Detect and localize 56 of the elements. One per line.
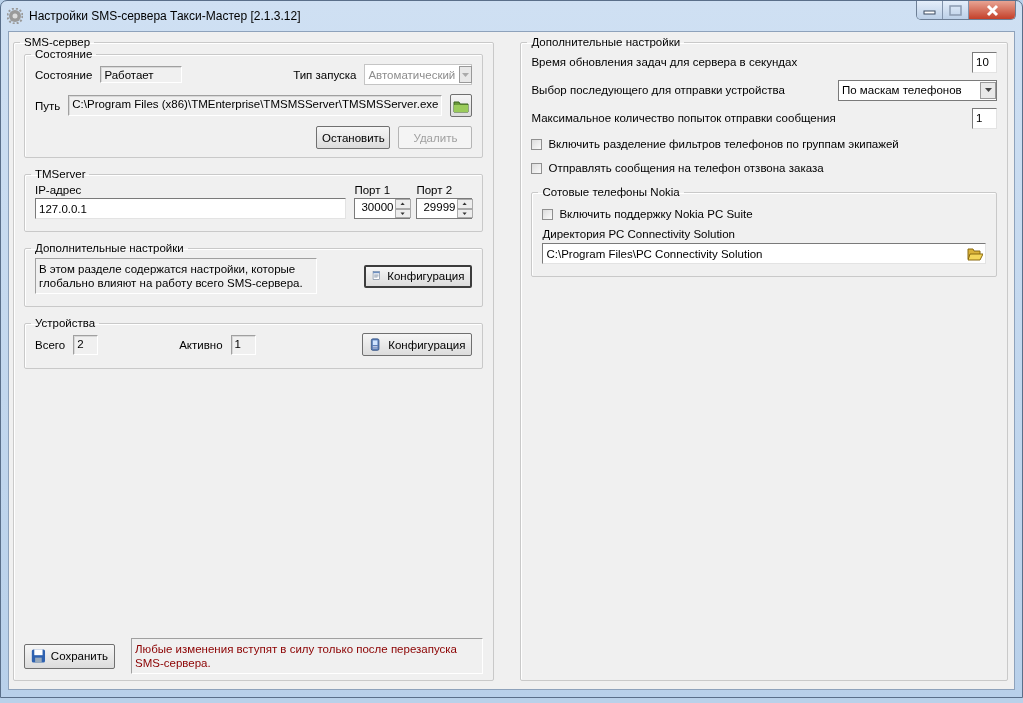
field-label: Порт 1 [354, 184, 392, 196]
gear-icon [7, 8, 23, 24]
ip-address-field[interactable]: 127.0.0.1 [35, 198, 347, 219]
field-label: Тип запуска [293, 68, 357, 81]
field-label: Активно [179, 338, 223, 351]
status-field: Работает [100, 66, 183, 83]
field-label: Выбор последующего для отправки устройства [531, 84, 786, 96]
count-field: 2 [73, 334, 99, 355]
number-field[interactable]: 1 [972, 107, 997, 129]
port-spinner[interactable]: 30000 [354, 198, 411, 219]
group-title: SMS-сервер [23, 36, 92, 48]
device-selection-dropdown[interactable]: По маскам телефонов [838, 79, 997, 101]
group-title: Дополнительные настройки [530, 36, 682, 48]
dropdown-arrow-icon [982, 85, 994, 95]
checkbox[interactable] [531, 138, 543, 150]
directory-field[interactable]: C:\Program Files\PC Connectivity Solution [542, 243, 986, 264]
minimize-button[interactable] [917, 1, 943, 19]
button[interactable]: Остановить [316, 126, 391, 149]
field-label: Состояние [35, 68, 93, 81]
count-field: 1 [230, 334, 256, 355]
spin-up-icon[interactable] [457, 199, 474, 209]
spin-down-icon[interactable] [395, 208, 412, 218]
button[interactable]: Конфигурация [364, 264, 473, 288]
field-label: Время обновления задач для сервера в секундах [531, 56, 799, 68]
close-icon [985, 3, 999, 17]
spin-up-icon[interactable] [395, 199, 412, 209]
field-label: Путь [35, 99, 61, 112]
field-label: Директория PC Connectivity Solution [542, 228, 736, 240]
checkbox[interactable] [531, 162, 543, 174]
group-title: Состояние [34, 48, 94, 60]
field-label: IP-адрес [35, 184, 83, 196]
maximize-button[interactable] [943, 1, 969, 19]
maximize-icon [949, 4, 962, 16]
description-text: В этом разделе содержатся настройки, которые глобально влияют на работу всего SMS-сервера. [35, 258, 317, 294]
warning-text: Любые изменения вступят в силу только после перезапуска SMS-сервера. [131, 638, 484, 674]
path-field: C:\Program Files (x86)\TMEnterprise\TMSMSServer\TMSMSServer.exe [68, 95, 443, 116]
group-title: Устройства [34, 317, 97, 329]
group-title: Сотовые телефоны Nokia [541, 186, 681, 198]
number-field[interactable]: 10 [972, 51, 997, 73]
button[interactable]: Конфигурация [362, 333, 473, 356]
checkbox-label: Включить поддержку Nokia PC Suite [559, 208, 753, 220]
browse-button[interactable] [450, 94, 473, 117]
field-label: Всего [35, 338, 66, 351]
close-button[interactable] [969, 1, 1015, 19]
checkbox[interactable] [542, 208, 554, 220]
checkbox-label: Отправлять сообщения на телефон отзвона заказа [548, 162, 824, 174]
group-title: Дополнительные настройки [34, 242, 185, 254]
spin-down-icon[interactable] [457, 208, 474, 218]
open-folder-icon[interactable] [967, 245, 983, 262]
group-title: TMServer [34, 168, 87, 180]
button[interactable]: Сохранить [24, 643, 115, 669]
field-label: Порт 2 [416, 184, 454, 196]
checkbox-label: Включить разделение фильтров телефонов по группам экипажей [548, 138, 899, 150]
window-title: Настройки SMS-сервера Такси-Мастер [2.1.3.12] [29, 9, 302, 23]
port-spinner[interactable]: 29999 [416, 198, 473, 219]
field-label: Максимальное количество попыток отправки сообщения [531, 112, 837, 124]
